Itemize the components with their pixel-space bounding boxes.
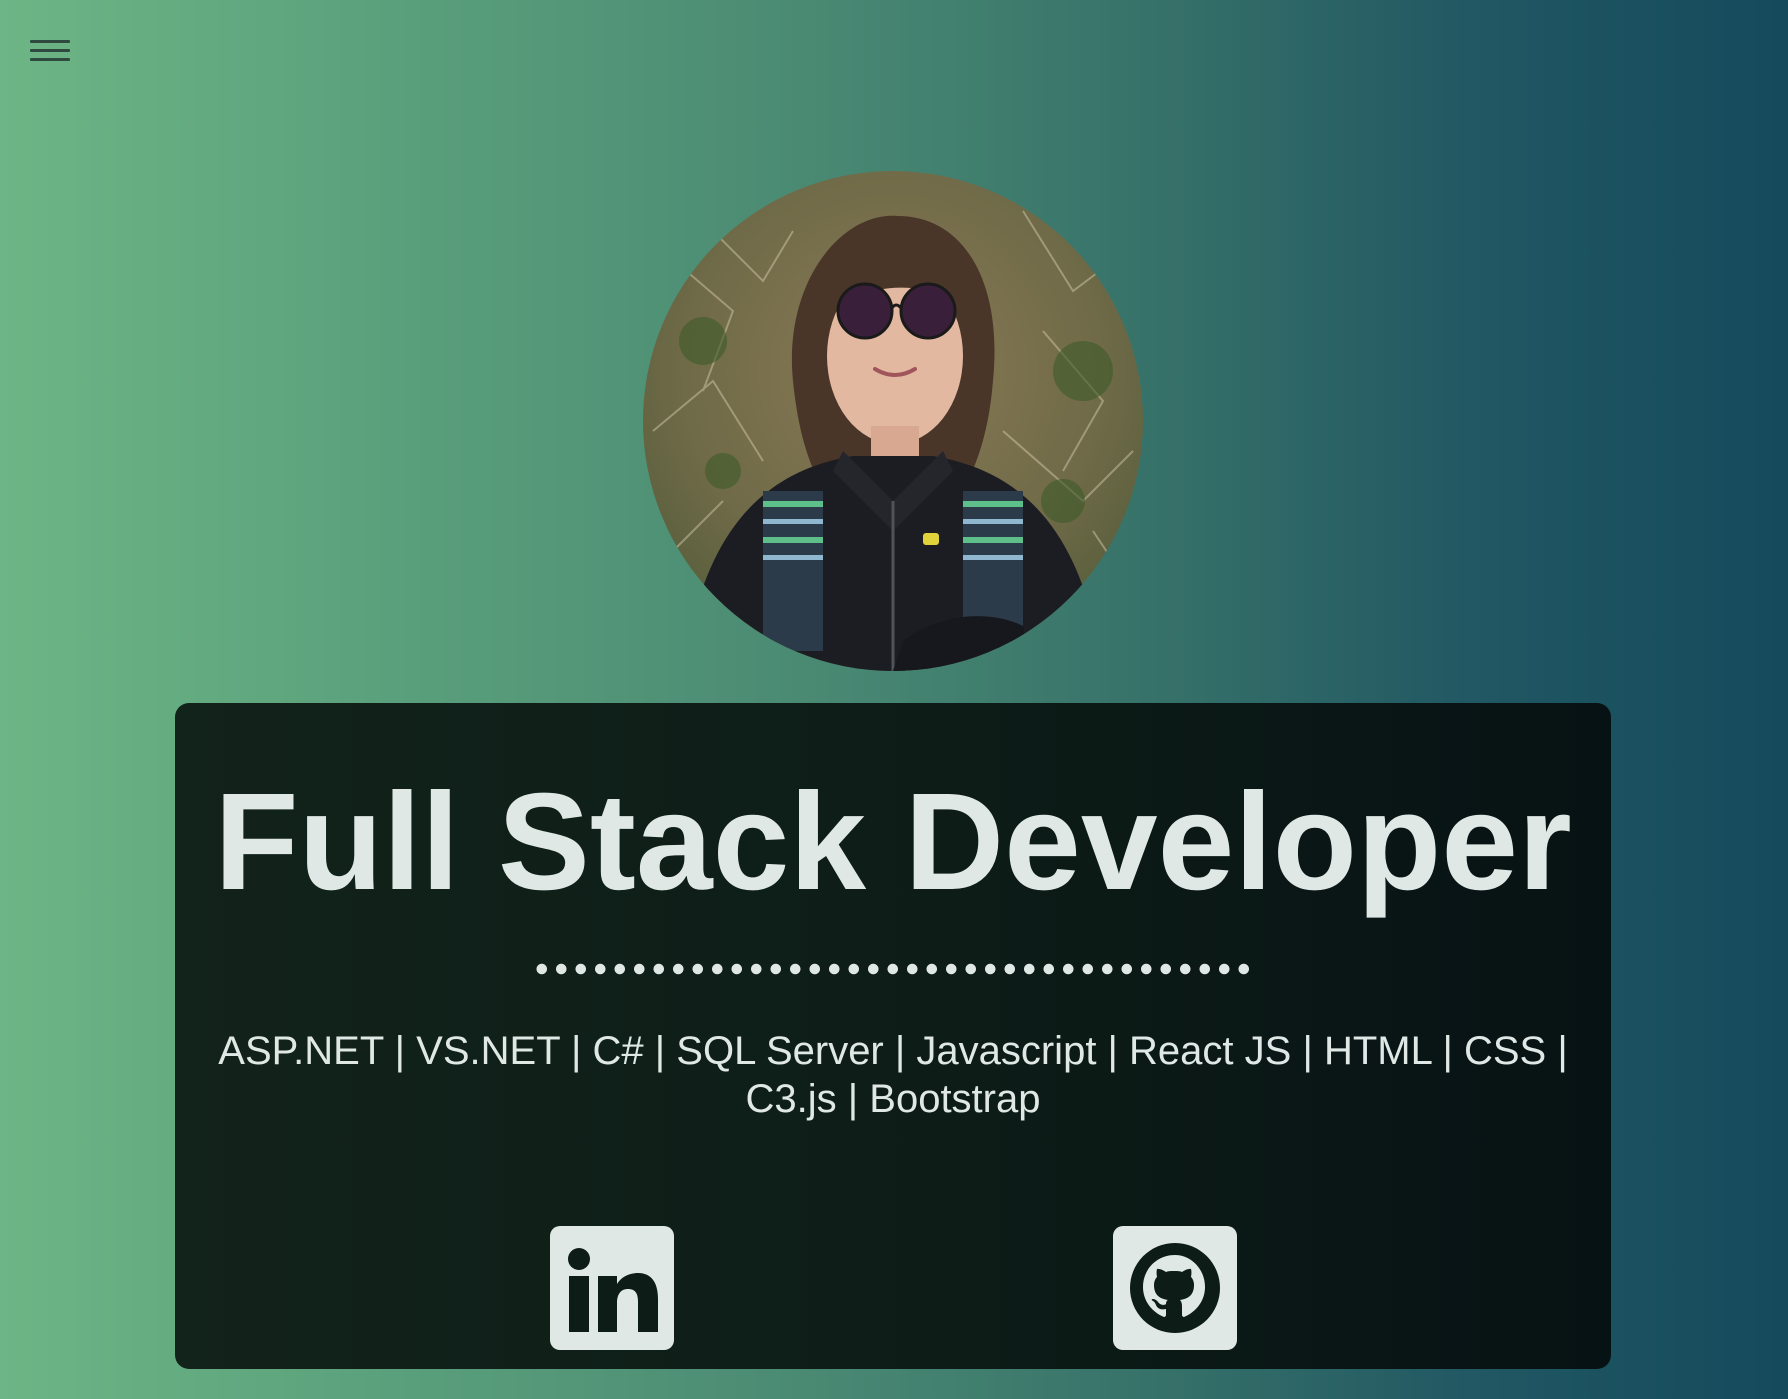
profile-photo: [643, 171, 1143, 671]
menu-line: [30, 49, 70, 52]
profile-card: Full Stack Developer ASP.NET | VS.NET | …: [175, 703, 1611, 1369]
menu-line: [30, 58, 70, 61]
dotted-divider: [175, 963, 1611, 983]
skills-text: ASP.NET | VS.NET | C# | SQL Server | Jav…: [205, 1027, 1581, 1123]
linkedin-icon: [568, 1248, 658, 1332]
linkedin-link[interactable]: [550, 1226, 674, 1350]
hamburger-menu-icon[interactable]: [30, 40, 70, 74]
skills-line: C3.js | Bootstrap: [745, 1077, 1041, 1121]
github-link[interactable]: [1113, 1226, 1237, 1350]
divider-dots: [532, 963, 1254, 975]
github-icon: [1130, 1243, 1220, 1333]
skills-line: ASP.NET | VS.NET | C# | SQL Server | Jav…: [218, 1029, 1568, 1073]
menu-line: [30, 40, 70, 43]
page-title: Full Stack Developer: [214, 765, 1572, 919]
